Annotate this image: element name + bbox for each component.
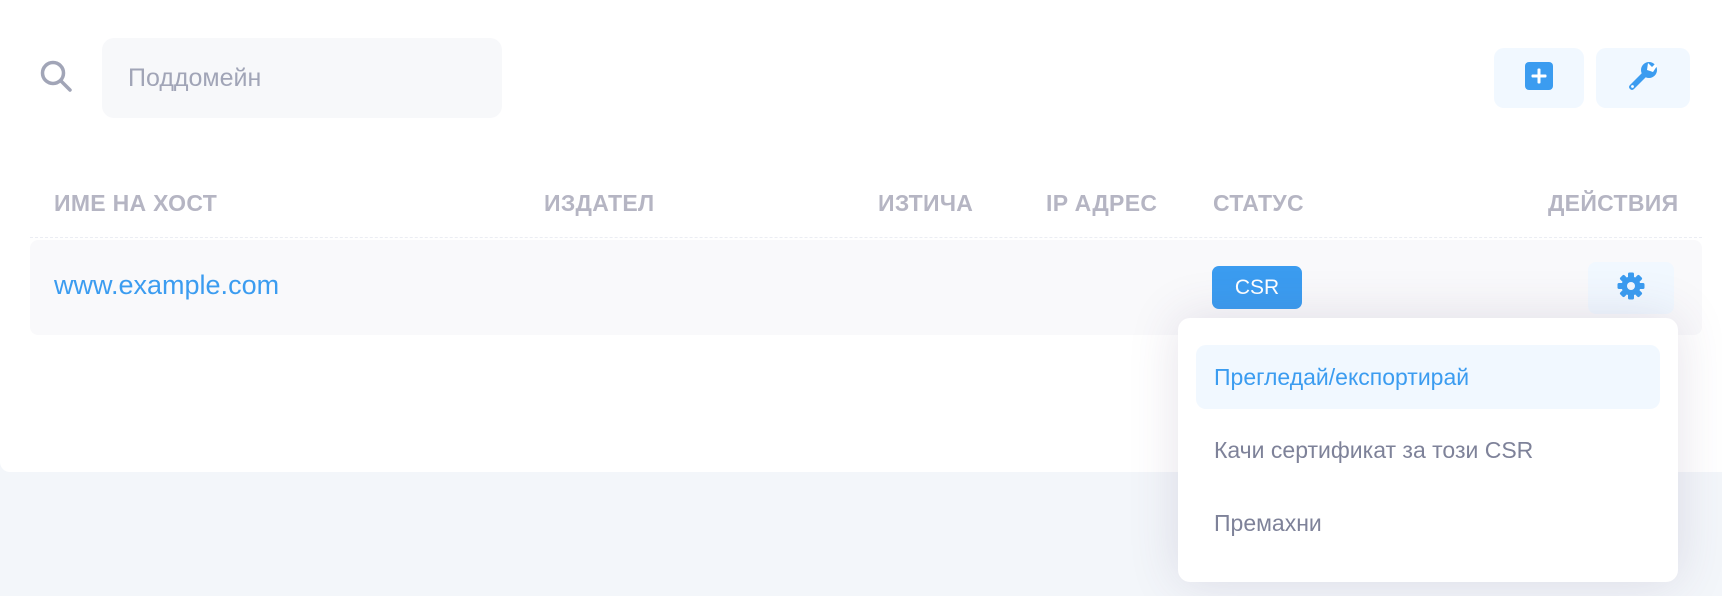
- subdomain-search-input[interactable]: [102, 38, 502, 118]
- column-header-ip-address: IP АДРЕС: [1046, 190, 1158, 216]
- row-actions-button[interactable]: [1588, 262, 1674, 314]
- plus-square-icon: [1525, 61, 1553, 95]
- status-badge: CSR: [1212, 266, 1302, 309]
- column-header-issuer: ИЗДАТЕЛ: [544, 190, 655, 216]
- menu-item-remove[interactable]: Премахни: [1196, 491, 1660, 555]
- menu-item-upload-certificate[interactable]: Качи сертификат за този CSR: [1196, 418, 1660, 482]
- menu-item-view-export[interactable]: Прегледай/експортирай: [1196, 345, 1660, 409]
- search-icon: [38, 58, 74, 94]
- gear-icon: [1616, 271, 1646, 306]
- header-divider: [30, 237, 1702, 238]
- add-button[interactable]: [1494, 48, 1584, 108]
- column-header-status: СТАТУС: [1213, 190, 1304, 216]
- row-actions-dropdown: Прегледай/експортирай Качи сертификат за…: [1178, 318, 1678, 582]
- wrench-icon: [1626, 59, 1660, 98]
- column-header-actions: ДЕЙСТВИЯ: [1548, 190, 1679, 216]
- hostname-link[interactable]: www.example.com: [54, 270, 279, 301]
- tools-button[interactable]: [1596, 48, 1690, 108]
- column-header-hostname: ИМЕ НА ХОСТ: [54, 190, 218, 216]
- column-header-expires: ИЗТИЧА: [878, 190, 974, 216]
